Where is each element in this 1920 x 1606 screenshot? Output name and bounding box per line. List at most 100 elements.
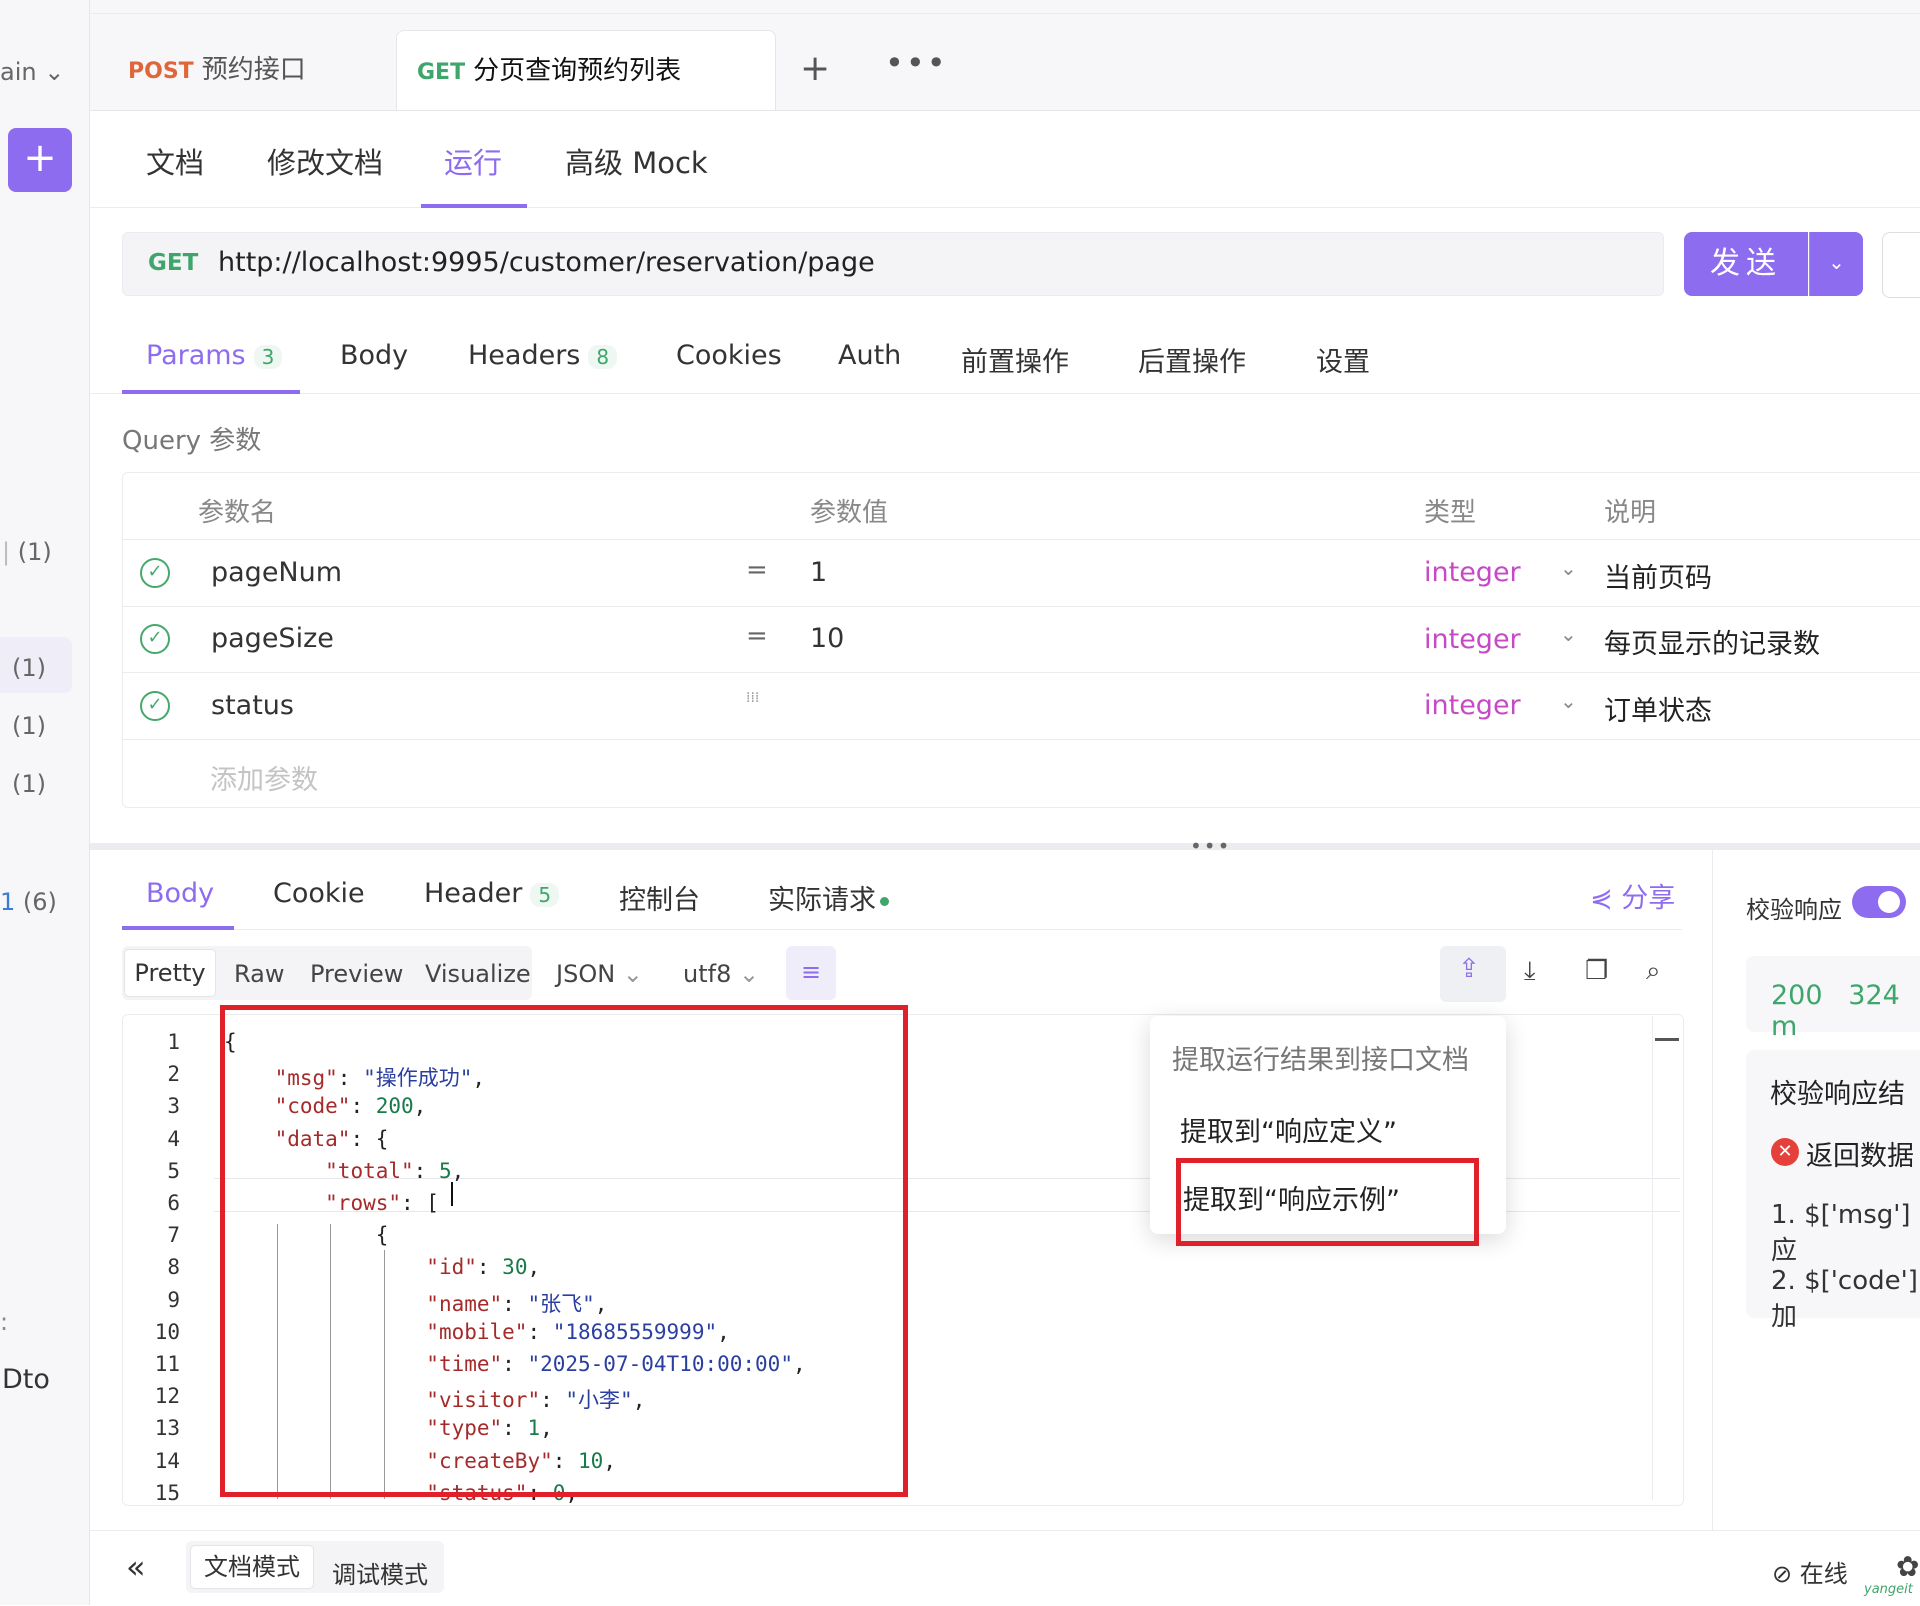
param-description[interactable]: 订单状态 [1604,689,1712,728]
format-raw-button[interactable]: Raw [234,960,284,988]
sidebar-item-count[interactable]: 1 (6) [0,888,57,916]
menu-item-extract-to-definition[interactable]: 提取到“响应定义” [1180,1110,1397,1149]
add-button[interactable]: + [8,128,72,192]
param-description[interactable]: 每页显示的记录数 [1604,622,1820,661]
editor-scrollbar[interactable] [1652,1016,1679,1500]
tab-headers[interactable]: Headers 8 [468,340,618,371]
format-pretty-button[interactable]: Pretty [124,949,216,997]
param-description[interactable]: 当前页码 [1604,556,1712,595]
collapse-sidebar-icon[interactable]: « [126,1548,146,1586]
tab-body[interactable]: Body [340,340,408,371]
sidebar-item-count[interactable]: | (1) [2,538,52,566]
param-enabled-checkbox[interactable]: ✓ [140,624,170,654]
param-type[interactable]: integer [1424,624,1521,655]
chevron-down-icon[interactable]: ⌄ [1560,556,1577,580]
tab-label: Header [424,878,523,909]
param-name[interactable]: status [211,690,294,721]
cookie-icon[interactable]: ✿ [1896,1550,1919,1583]
active-tab-indicator [421,204,527,208]
word-wrap-icon[interactable]: ≡ [786,946,836,1000]
drag-handle-icon[interactable]: ⁞⁞⁞ [746,690,759,706]
tab-pre-operation[interactable]: 前置操作 [961,340,1069,379]
tab-title: 预约接口 [201,55,306,85]
drag-handle-icon[interactable]: ••• [1190,834,1231,858]
param-value[interactable]: 10 [810,623,844,654]
format-preview-button[interactable]: Preview [310,960,403,988]
tab-advanced-mock[interactable]: 高级 Mock [565,140,708,182]
param-name[interactable]: pageSize [211,623,334,654]
send-button[interactable]: 发送 [1684,232,1808,296]
sidebar-item-dto[interactable]: Dto [2,1364,50,1395]
chevron-down-icon[interactable]: ⌄ [1560,622,1577,646]
tab-doc[interactable]: 文档 [146,140,204,182]
tab-post-reservation[interactable]: POST 预约接口 [90,30,396,110]
url-text[interactable]: http://localhost:9995/customer/reservati… [218,247,875,278]
row-divider [123,672,1920,673]
plus-icon: + [23,135,57,181]
tab-run[interactable]: 运行 [444,140,502,182]
tab-params[interactable]: Params 3 [146,340,283,371]
tab-cookies[interactable]: Cookies [676,340,782,371]
tab-response-cookie[interactable]: Cookie [273,878,365,909]
download-icon[interactable]: ⤓ [1524,956,1536,987]
line-number: 3 [167,1094,180,1119]
sidebar-item-count[interactable]: (1) [12,712,46,740]
verify-error-text: 返回数据 [1806,1141,1914,1172]
count-label: (1) [17,538,52,566]
share-label: 分享 [1621,883,1676,914]
share-button[interactable]: ⋞ 分享 [1590,876,1675,915]
doc-mode-button[interactable]: 文档模式 [190,1545,314,1589]
column-header-type: 类型 [1424,498,1477,528]
scrollbar-thumb[interactable] [1655,1038,1679,1041]
param-enabled-checkbox[interactable]: ✓ [140,691,170,721]
verify-result-title: 校验响应结 [1770,1079,1905,1110]
tab-response-header[interactable]: Header 5 [424,878,560,909]
share-icon: ⋞ [1590,883,1613,914]
sidebar-item-count[interactable]: (1) [12,770,46,798]
method-selector[interactable]: GET [148,250,198,276]
verify-item: 2. $['code'] 加 [1771,1266,1918,1332]
param-type[interactable]: integer [1424,690,1521,721]
tab-auth[interactable]: Auth [838,340,901,371]
tab-actual-request[interactable]: 实际请求 [768,878,889,917]
tab-label: 实际请求 [768,885,876,916]
equals-sign: = [746,621,768,651]
tab-console[interactable]: 控制台 [619,878,700,917]
more-icon[interactable]: ••• [885,44,948,82]
param-value[interactable]: 1 [810,557,827,588]
save-button[interactable] [1882,232,1920,298]
format-visualize-button[interactable]: Visualize [425,960,531,988]
active-tab-indicator [122,390,300,394]
row-divider [123,739,1920,740]
param-name[interactable]: pageNum [211,557,342,588]
encoding-select[interactable]: utf8 ⌄ [683,960,759,988]
new-tab-icon[interactable]: + [800,48,830,89]
online-label: 在线 [1799,1560,1848,1588]
tab-get-page-list[interactable]: GET 分页查询预约列表 [396,30,776,110]
param-type[interactable]: integer [1424,557,1521,588]
search-icon[interactable]: ⌕ [1646,956,1661,987]
status-dot [880,897,889,906]
line-number: 10 [154,1319,180,1344]
error-icon: ✕ [1771,1138,1799,1166]
sidebar-item-count[interactable]: (1) [12,654,46,682]
copy-icon[interactable]: ❐ [1585,956,1608,986]
param-enabled-checkbox[interactable]: ✓ [140,558,170,588]
tab-settings[interactable]: 设置 [1316,340,1370,379]
debug-mode-button[interactable]: 调试模式 [332,1555,428,1590]
panel-splitter[interactable] [90,843,1920,850]
branch-selector[interactable]: ain ⌄ [0,58,64,86]
tab-post-operation[interactable]: 后置操作 [1138,340,1246,379]
line-number: 13 [154,1416,180,1441]
add-param-input[interactable]: 添加参数 [210,758,318,797]
verify-item: 1. $['msg'] 应 [1771,1200,1911,1266]
language-select[interactable]: JSON ⌄ [556,960,643,988]
online-status[interactable]: ⊘ 在线 [1772,1554,1848,1589]
chevron-down-icon[interactable]: ⌄ [1560,689,1577,713]
line-number: 7 [167,1223,180,1248]
column-header-name: 参数名 [198,498,277,528]
tab-response-body[interactable]: Body [146,878,214,909]
tab-edit-doc[interactable]: 修改文档 [267,140,383,182]
send-options-chevron-icon[interactable]: ⌄ [1809,232,1863,296]
divider [90,207,1920,208]
